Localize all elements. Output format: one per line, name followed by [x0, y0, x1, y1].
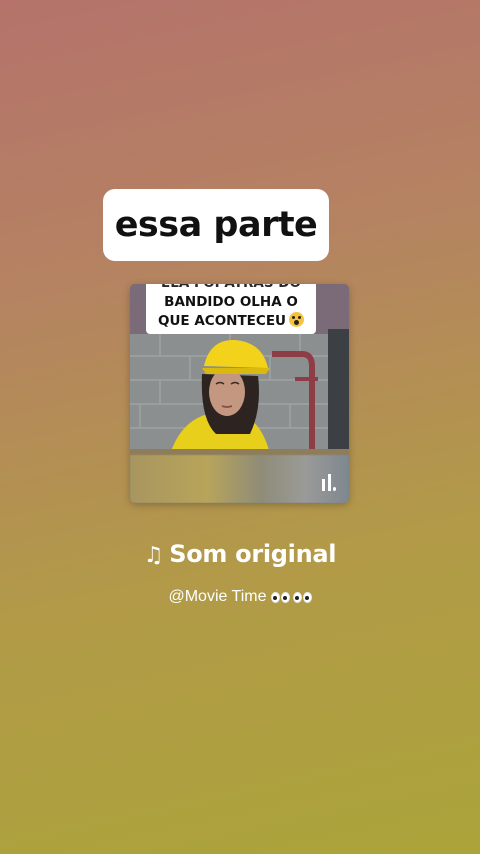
audio-author-name: @Movie Time — [168, 588, 267, 605]
caption-text: essa parte — [114, 205, 318, 245]
thumbnail-bottom-strip — [130, 455, 349, 503]
overlay-line-2: BANDIDO OLHA O — [164, 294, 298, 310]
audio-title-text: Som original — [169, 540, 337, 568]
overlay-line-3-text: QUE ACONTECEU — [157, 313, 286, 329]
overlay-line-3: QUE ACONTECEU — [158, 312, 304, 331]
video-overlay-text: ELA FOI ATRÁS DO BANDIDO OLHA O QUE ACON… — [146, 284, 316, 334]
eyes-emoji-icon — [270, 591, 312, 603]
overlay-line-1: ELA FOI ATRÁS DO — [161, 284, 301, 293]
audio-title[interactable]: ♫ Som original — [0, 540, 480, 568]
audio-bars-icon — [321, 473, 337, 491]
scream-emoji-icon — [289, 312, 304, 327]
caption-bubble: essa parte — [103, 189, 329, 261]
audio-author[interactable]: @Movie Time — [0, 588, 480, 606]
music-note-icon: ♫ — [143, 543, 164, 568]
video-thumbnail[interactable]: ELA FOI ATRÁS DO BANDIDO OLHA O QUE ACON… — [130, 284, 349, 503]
